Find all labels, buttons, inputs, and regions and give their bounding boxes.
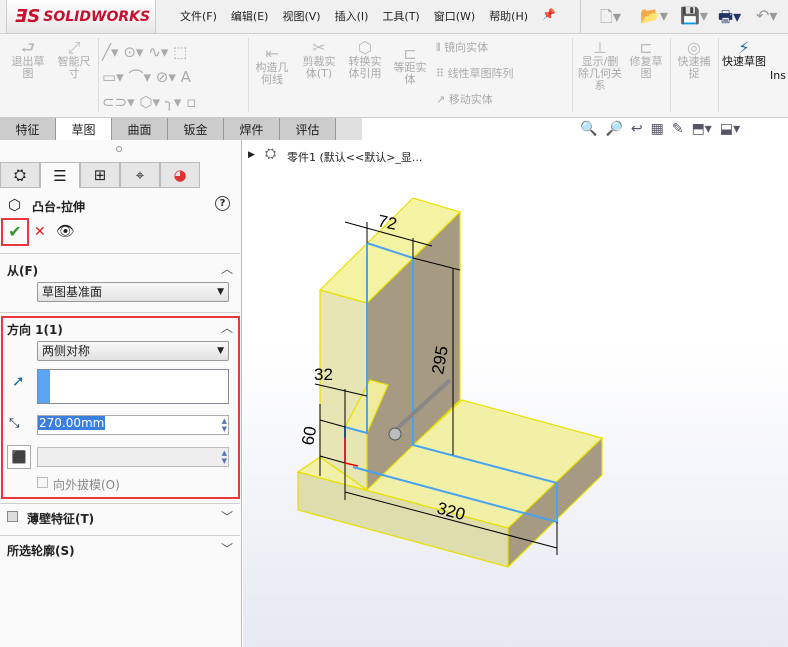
drag-handle-sphere [388,427,402,441]
tall-front-face [319,289,368,492]
model-3d[interactable]: 72 295 32 60 320 [0,0,788,647]
dim-32[interactable]: 32 [314,365,333,384]
dim-60[interactable]: 60 [298,425,320,447]
dim-72[interactable]: 72 [376,211,398,234]
